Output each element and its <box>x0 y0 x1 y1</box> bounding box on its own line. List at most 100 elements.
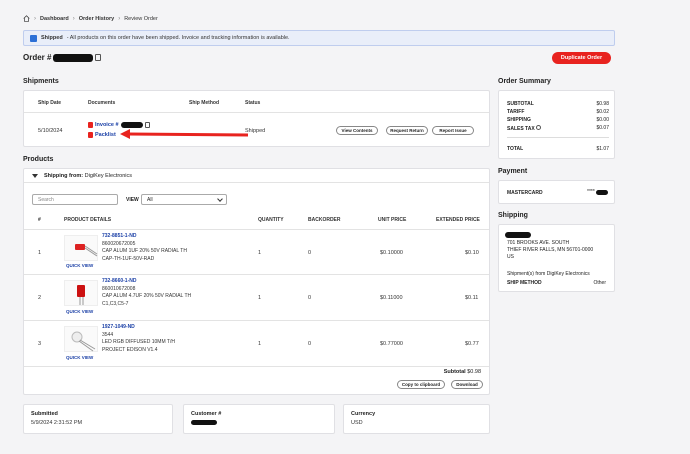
submitted-value: 5/9/2024 2:31:52 PM <box>31 420 83 426</box>
customer-card: Customer # <box>183 404 335 434</box>
quick-view-link[interactable]: QUICK VIEW <box>66 355 93 360</box>
pdf-icon <box>88 132 93 138</box>
invoice-label: Invoice # <box>95 122 119 128</box>
products-title: Products <box>23 156 54 163</box>
breadcrumb-order-history[interactable]: Order History <box>79 16 114 22</box>
product-description: CAP ALUM 4.7UF 20% 50V RADIAL TH <box>102 293 192 299</box>
col-num: # <box>38 217 41 223</box>
product-description: LED RGB DIFFUSED 10MM T/H <box>102 339 175 345</box>
order-summary-card: SUBTOTAL $0.98 TARIFF $0.02 SHIPPING $0.00 … <box>498 90 615 159</box>
redacted-customer-number <box>191 420 217 425</box>
summary-value: $0.02 <box>596 109 609 115</box>
product-part-number[interactable]: 732-8660-1-ND <box>102 278 191 286</box>
currency-value: USD <box>351 420 363 426</box>
subtotal-label: Subtotal <box>443 369 466 375</box>
products-subtotal: Subtotal $0.98 <box>444 369 481 375</box>
product-customer-ref: CAP-TH-1UF-50V-RAD <box>102 255 155 262</box>
subtotal-value: $0.98 <box>467 369 481 375</box>
banner-message: - All products on this order have been s… <box>66 35 290 41</box>
row-backorder: 0 <box>308 250 312 256</box>
copy-to-clipboard-button[interactable]: Copy to clipboard <box>397 380 445 389</box>
row-num: 2 <box>38 295 42 301</box>
page-title: Order # <box>23 53 102 62</box>
row-num: 3 <box>38 341 42 347</box>
view-select[interactable]: All <box>141 194 227 205</box>
breadcrumb-dashboard[interactable]: Dashboard <box>40 16 69 22</box>
col-status: Status <box>245 100 261 106</box>
ship-status: Shipped <box>245 128 266 134</box>
download-button[interactable]: Download <box>451 380 483 389</box>
row-extended-price: $0.11 <box>465 295 479 301</box>
search-input[interactable]: Search <box>32 194 118 205</box>
chevron-right-icon: › <box>34 15 36 22</box>
redacted-order-number <box>53 53 94 62</box>
quick-view-link[interactable]: QUICK VIEW <box>66 263 93 268</box>
request-return-button[interactable]: Request Return <box>386 126 428 135</box>
product-part-number[interactable]: 1927-1049-ND <box>102 324 175 332</box>
shipping-from-header[interactable]: Shipping from: DigiKey Electronics <box>24 169 489 183</box>
products-card: Shipping from: DigiKey Electronics Searc… <box>23 168 490 395</box>
row-unit-price: $0.10000 <box>380 250 403 256</box>
row-extended-price: $0.10 <box>465 250 479 256</box>
duplicate-order-button[interactable]: Duplicate Order <box>552 52 611 64</box>
row-num: 1 <box>38 250 42 256</box>
caret-down-icon[interactable] <box>32 173 38 178</box>
col-extended-price: EXTENDED PRICE <box>436 217 480 223</box>
col-unit-price: UNIT PRICE <box>378 217 407 223</box>
submitted-card: Submitted 5/9/2024 2:31:52 PM <box>23 404 173 434</box>
summary-value: $0.00 <box>596 117 609 123</box>
copy-icon[interactable] <box>95 54 102 61</box>
payment-title: Payment <box>498 168 528 175</box>
col-documents: Documents <box>88 100 116 106</box>
row-extended-price: $0.77 <box>465 341 479 347</box>
pdf-icon <box>88 122 93 128</box>
report-issue-button[interactable]: Report Issue <box>432 126 474 135</box>
view-contents-button[interactable]: View Contents <box>336 126 378 135</box>
payment-card: MASTERCARD **** <box>498 180 615 204</box>
shipping-from-label: Shipping from: <box>44 172 84 179</box>
product-customer-ref: C1,C3,C5-7 <box>102 300 129 307</box>
chevron-right-icon: › <box>72 15 75 22</box>
summary-label: SALES TAX <box>507 126 535 132</box>
product-image[interactable] <box>64 235 98 261</box>
home-icon[interactable] <box>23 15 30 22</box>
table-row: 1 QUICK VIEW 732-8851-1-ND 860020672005 … <box>24 229 489 274</box>
payment-method: MASTERCARD <box>507 190 543 196</box>
view-select-value: All <box>147 196 153 203</box>
product-part-number[interactable]: 732-8851-1-ND <box>102 233 187 241</box>
row-backorder: 0 <box>308 341 312 347</box>
summary-label: SHIPPING <box>507 117 531 123</box>
product-image[interactable] <box>64 280 98 306</box>
submitted-label: Submitted <box>31 411 58 417</box>
summary-row-shipping: SHIPPING $0.00 <box>507 117 609 123</box>
summary-label: TARIFF <box>507 109 525 115</box>
product-customer-ref: PROJECT EDISON V1.4 <box>102 346 158 353</box>
ship-date: 5/10/2024 <box>38 128 63 134</box>
row-unit-price: $0.77000 <box>380 341 403 347</box>
summary-row-sales-tax: SALES TAX $0.07 <box>507 125 609 132</box>
packlist-link[interactable]: Packlist <box>88 132 116 138</box>
summary-value: $0.98 <box>596 101 609 107</box>
breadcrumb: › Dashboard › Order History › Review Ord… <box>23 14 158 23</box>
total-value: $1.07 <box>596 146 609 152</box>
redacted-card-digits <box>595 189 608 195</box>
copy-icon[interactable] <box>144 122 150 128</box>
info-icon[interactable] <box>536 125 542 130</box>
ship-method-value: Other <box>593 280 606 286</box>
invoice-link[interactable]: Invoice # <box>88 122 150 128</box>
shipping-card: 701 BROOKS AVE. SOUTH THIEF RIVER FALLS,… <box>498 224 615 292</box>
chevron-down-icon <box>217 195 223 202</box>
address-line: US <box>507 254 514 260</box>
product-image[interactable] <box>64 326 98 352</box>
row-backorder: 0 <box>308 295 312 301</box>
total-label: TOTAL <box>507 146 524 152</box>
row-quantity: 1 <box>258 295 262 301</box>
banner-status: Shipped <box>41 35 63 41</box>
shipments-card: Ship Date Documents Ship Method Status 5… <box>23 90 490 147</box>
row-quantity: 1 <box>258 341 262 347</box>
summary-row-total: TOTAL $1.07 <box>507 146 609 152</box>
quick-view-link[interactable]: QUICK VIEW <box>66 309 93 314</box>
shipments-title: Shipments <box>23 78 59 85</box>
order-title-label: Order # <box>23 53 52 62</box>
table-row: 2 QUICK VIEW 732-8660-1-ND 860010672008 … <box>24 274 489 320</box>
